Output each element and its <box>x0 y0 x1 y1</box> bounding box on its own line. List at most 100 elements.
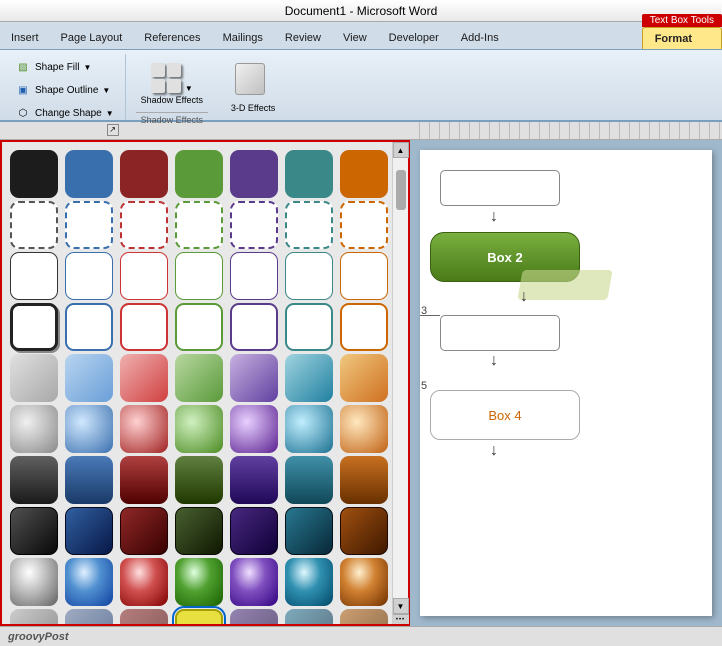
shape-solid-orange[interactable] <box>340 150 388 198</box>
shape-outline-black[interactable] <box>10 252 58 300</box>
shape-dark-orange[interactable] <box>340 456 388 504</box>
shape-outline-dropdown-icon[interactable]: ▼ <box>102 86 110 95</box>
shape-row10-gray[interactable] <box>10 609 58 624</box>
shape-thick-blue[interactable] <box>65 303 113 351</box>
shape-row10-red[interactable] <box>120 609 168 624</box>
shape-gradient-gray[interactable] <box>10 354 58 402</box>
shape-gloss-teal[interactable] <box>285 558 333 606</box>
shape-solid-teal[interactable] <box>285 150 333 198</box>
threed-effects-button[interactable]: 3-D Effects <box>226 58 280 118</box>
shape-gloss-orange[interactable] <box>340 558 388 606</box>
shape-solid-green[interactable] <box>175 150 223 198</box>
tab-references[interactable]: References <box>133 25 211 49</box>
number-5: 5 <box>421 380 427 392</box>
shape-row10-yellow-selected[interactable] <box>175 609 223 624</box>
shape-darkest-red[interactable] <box>120 507 168 555</box>
shape-darkest-green[interactable] <box>175 507 223 555</box>
shape-gloss-green[interactable] <box>175 558 223 606</box>
shape-outline-purple[interactable] <box>230 252 278 300</box>
shape-fill-button[interactable]: ▧ Shape Fill ▼ <box>10 56 119 78</box>
shadow-effects-label: Shadow Effects <box>141 95 203 105</box>
shape-dark-gray[interactable] <box>10 456 58 504</box>
shape-dashed-purple[interactable] <box>230 201 278 249</box>
scroll-up-button[interactable]: ▲ <box>393 142 409 158</box>
shape-dashed-black[interactable] <box>10 201 58 249</box>
shape-sheen-teal[interactable] <box>285 405 333 453</box>
shape-solid-purple[interactable] <box>230 150 278 198</box>
threed-effects-label: 3-D Effects <box>231 103 275 113</box>
shape-gloss-blue[interactable] <box>65 558 113 606</box>
shape-thick-orange[interactable] <box>340 303 388 351</box>
shape-solid-darkred[interactable] <box>120 150 168 198</box>
shadow-effects-button[interactable]: ▼ Shadow Effects <box>136 58 208 110</box>
threed-icon <box>235 63 271 101</box>
shape-thick-black[interactable] <box>10 303 58 351</box>
shape-gloss-purple[interactable] <box>230 558 278 606</box>
tab-insert[interactable]: Insert <box>0 25 50 49</box>
shape-dashed-blue[interactable] <box>65 201 113 249</box>
shape-dark-teal[interactable] <box>285 456 333 504</box>
shape-sheen-purple[interactable] <box>230 405 278 453</box>
tab-format[interactable]: Format <box>642 27 722 49</box>
tab-developer[interactable]: Developer <box>378 25 450 49</box>
scroll-down-button[interactable]: ▼ <box>393 598 409 614</box>
shape-outline-green[interactable] <box>175 252 223 300</box>
arrow-down-4: ↓ <box>490 442 498 460</box>
shape-dashed-red[interactable] <box>120 201 168 249</box>
tab-view[interactable]: View <box>332 25 378 49</box>
shape-thick-red[interactable] <box>120 303 168 351</box>
shape-sheen-green[interactable] <box>175 405 223 453</box>
shape-sheen-blue[interactable] <box>65 405 113 453</box>
shape-sheen-gray[interactable] <box>10 405 58 453</box>
shape-dark-red[interactable] <box>120 456 168 504</box>
shape-gradient-teal[interactable] <box>285 354 333 402</box>
shape-gradient-green[interactable] <box>175 354 223 402</box>
shape-row10-purple[interactable] <box>230 609 278 624</box>
change-shape-dropdown-icon[interactable]: ▼ <box>106 109 114 118</box>
shape-darkest-teal[interactable] <box>285 507 333 555</box>
shape-outline-button[interactable]: ▣ Shape Outline ▼ <box>10 79 119 101</box>
shape-darkest-gray[interactable] <box>10 507 58 555</box>
shape-dark-purple[interactable] <box>230 456 278 504</box>
change-shape-button[interactable]: ⬡ Change Shape ▼ <box>10 102 119 124</box>
shape-outline-blue[interactable] <box>65 252 113 300</box>
shape-thick-purple[interactable] <box>230 303 278 351</box>
shape-gradient-orange[interactable] <box>340 354 388 402</box>
shape-gradient-purple[interactable] <box>230 354 278 402</box>
tab-mailings[interactable]: Mailings <box>212 25 274 49</box>
shape-fill-dropdown-icon[interactable]: ▼ <box>83 63 91 72</box>
shape-thick-green[interactable] <box>175 303 223 351</box>
box-4-label: Box 4 <box>488 408 521 423</box>
shape-gloss-gray[interactable] <box>10 558 58 606</box>
scroll-track[interactable] <box>393 158 408 598</box>
shape-dashed-green[interactable] <box>175 201 223 249</box>
shape-row10-blue[interactable] <box>65 609 113 624</box>
tab-page-layout[interactable]: Page Layout <box>50 25 134 49</box>
expand-shape-group-icon[interactable]: ↗ <box>107 124 119 136</box>
shape-solid-black[interactable] <box>10 150 58 198</box>
shape-darkest-blue[interactable] <box>65 507 113 555</box>
shape-gloss-red[interactable] <box>120 558 168 606</box>
tab-add-ins[interactable]: Add-Ins <box>450 25 510 49</box>
shadow-icon-1 <box>151 63 165 77</box>
shadow-effects-dropdown-icon[interactable]: ▼ <box>185 84 193 93</box>
shape-outline-orange[interactable] <box>340 252 388 300</box>
shape-row10-orange[interactable] <box>340 609 388 624</box>
shape-darkest-purple[interactable] <box>230 507 278 555</box>
shape-outline-teal[interactable] <box>285 252 333 300</box>
scroll-thumb[interactable] <box>396 170 406 210</box>
shape-solid-blue[interactable] <box>65 150 113 198</box>
shape-sheen-orange[interactable] <box>340 405 388 453</box>
shape-outline-red[interactable] <box>120 252 168 300</box>
shape-gradient-red[interactable] <box>120 354 168 402</box>
shape-thick-teal[interactable] <box>285 303 333 351</box>
tab-review[interactable]: Review <box>274 25 332 49</box>
shape-dashed-teal[interactable] <box>285 201 333 249</box>
shape-sheen-red[interactable] <box>120 405 168 453</box>
shape-gradient-blue[interactable] <box>65 354 113 402</box>
shape-dark-blue[interactable] <box>65 456 113 504</box>
shape-dashed-orange[interactable] <box>340 201 388 249</box>
shape-row10-teal[interactable] <box>285 609 333 624</box>
shape-dark-green[interactable] <box>175 456 223 504</box>
shape-darkest-orange[interactable] <box>340 507 388 555</box>
